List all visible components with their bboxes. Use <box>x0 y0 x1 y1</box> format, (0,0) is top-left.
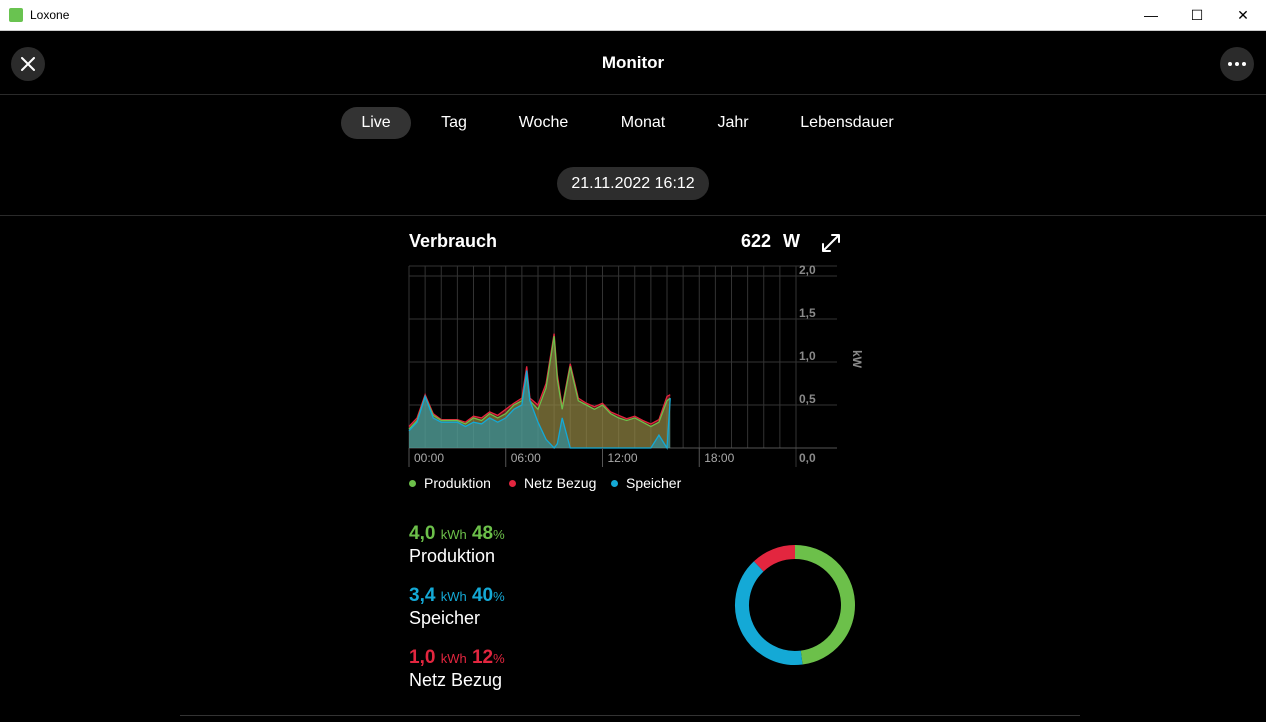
x-tick-label: 12:00 <box>608 451 638 465</box>
current-power-value: 622 <box>741 231 772 251</box>
x-tick-label: 18:00 <box>704 451 734 465</box>
legend-label: Produktion <box>424 475 491 491</box>
consumption-chart: 2,0 1,5 1,0 0,5 0,0 00:00 06:00 12:00 18:00 kW <box>408 263 864 467</box>
more-icon <box>1228 62 1246 66</box>
maximize-button[interactable]: ☐ <box>1174 0 1220 30</box>
bottom-divider <box>180 715 1080 716</box>
stat-unit: kWh <box>440 589 467 604</box>
tab-lebensdauer[interactable]: Lebensdauer <box>788 107 906 139</box>
page-title: Monitor <box>601 53 665 72</box>
stat-percent-sign: % <box>493 527 505 542</box>
loxone-logo-icon <box>9 8 23 22</box>
stat-percent: 48 <box>471 523 494 544</box>
stat-value: 4,0 <box>409 523 436 544</box>
stat-unit: kWh <box>440 527 467 542</box>
y-tick-label: 0,0 <box>799 451 816 465</box>
legend-label: Netz Bezug <box>524 475 597 491</box>
stat-netz-bezug: 1,0 kWh 12% Netz Bezug <box>409 647 505 691</box>
window-titlebar: Loxone — ☐ ✕ <box>0 0 1266 31</box>
y-tick-label: 2,0 <box>799 263 816 277</box>
share-donut-chart <box>735 545 855 665</box>
x-tick-label: 06:00 <box>511 451 541 465</box>
donut-segment-speicher <box>735 561 803 665</box>
legend-item-netz-bezug[interactable]: Netz Bezug <box>509 475 596 491</box>
stat-value: 1,0 <box>409 647 436 668</box>
current-power-unit: W <box>783 231 800 251</box>
legend-dot-produktion <box>409 479 416 487</box>
app-header: Monitor <box>0 31 1266 95</box>
tab-monat[interactable]: Monat <box>608 107 678 139</box>
y-axis-label: kW <box>850 350 864 369</box>
x-tick-label: 00:00 <box>414 451 444 465</box>
date-selector[interactable]: 21.11.2022 16:12 <box>557 167 709 200</box>
stat-unit: kWh <box>440 651 467 666</box>
y-tick-label: 1,5 <box>799 306 816 320</box>
tab-woche[interactable]: Woche <box>506 107 581 139</box>
card-title: Verbrauch <box>409 231 498 251</box>
expand-icon[interactable] <box>820 232 842 254</box>
donut-segment-produktion <box>794 545 855 665</box>
window-close-button[interactable]: ✕ <box>1220 0 1266 30</box>
stat-produktion: 4,0 kWh 48% Produktion <box>409 523 505 567</box>
stat-label: Produktion <box>409 546 496 566</box>
donut-segment-netz-bezug <box>753 545 796 572</box>
stat-value: 3,4 <box>409 585 436 606</box>
legend-item-produktion[interactable]: Produktion <box>409 475 491 491</box>
legend-dot-netz-bezug <box>509 479 516 487</box>
window-title: Loxone <box>30 8 70 22</box>
legend-dot-speicher <box>611 479 618 487</box>
stat-label: Speicher <box>409 608 481 628</box>
legend-item-speicher[interactable]: Speicher <box>611 475 681 491</box>
more-button[interactable] <box>1220 47 1254 81</box>
y-tick-label: 0,5 <box>799 392 816 406</box>
divider <box>0 215 1266 216</box>
stat-speicher: 3,4 kWh 40% Speicher <box>409 585 505 629</box>
tab-jahr[interactable]: Jahr <box>705 107 761 139</box>
stat-percent-sign: % <box>493 651 505 666</box>
stat-percent-sign: % <box>493 589 505 604</box>
period-tabs: Live Tag Woche Monat Jahr Lebensdauer <box>0 107 1266 139</box>
legend-label: Speicher <box>626 475 682 491</box>
tab-live[interactable]: Live <box>341 107 411 139</box>
y-tick-label: 1,0 <box>799 349 816 363</box>
stat-percent: 40 <box>471 585 494 606</box>
stat-percent: 12 <box>471 647 494 668</box>
tab-tag[interactable]: Tag <box>426 107 482 139</box>
minimize-button[interactable]: — <box>1128 0 1174 30</box>
stat-label: Netz Bezug <box>409 670 503 690</box>
